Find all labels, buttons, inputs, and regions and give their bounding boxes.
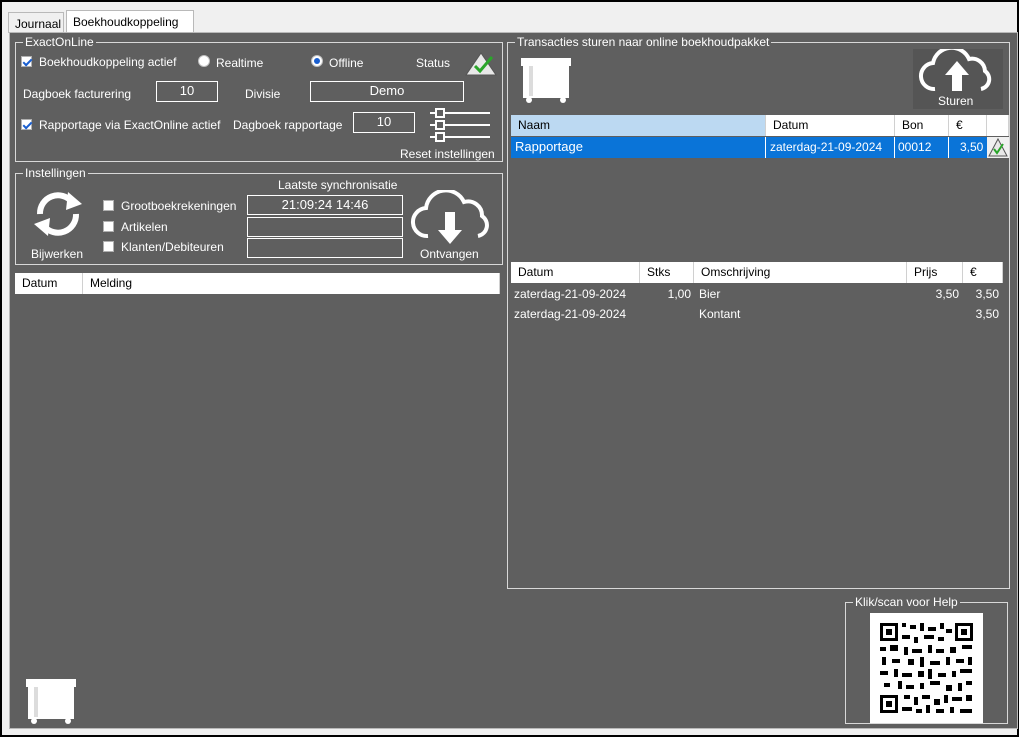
klanten-label: Klanten/Debiteuren — [121, 240, 224, 254]
dagboek-facturering-field[interactable]: 10 — [156, 81, 218, 102]
laatste-synchronisatie-header: Laatste synchronisatie — [278, 178, 398, 192]
row-divider — [948, 137, 949, 158]
tab-journaal[interactable]: Journaal — [8, 12, 64, 33]
table-row[interactable]: zaterdag-21-09-2024 1,00 Bier 3,50 3,50 — [511, 284, 1003, 304]
transacties-header-status — [987, 115, 1009, 136]
tab-boekhoudkoppeling[interactable]: Boekhoudkoppeling — [66, 10, 194, 33]
table-row[interactable]: Rapportage zaterdag-21-09-2024 00012 3,5… — [511, 137, 1009, 158]
detail-bedrag: 3,50 — [975, 287, 999, 301]
dagboek-rapportage-field[interactable]: 10 — [353, 112, 415, 133]
log-table: Datum Melding — [15, 273, 500, 294]
log-header-datum[interactable]: Datum — [15, 273, 83, 294]
window-frame: Journaal Boekhoudkoppeling ExactOnLine B… — [0, 0, 1019, 737]
detail-datum: zaterdag-21-09-2024 — [514, 287, 627, 301]
transacties-header-naam[interactable]: Naam — [511, 115, 766, 136]
help-qr-code[interactable] — [870, 613, 983, 723]
klanten-sync-field — [247, 238, 403, 258]
artikelen-label: Artikelen — [121, 220, 168, 234]
cloud-upload-icon — [919, 45, 992, 92]
detail-header-omschrijving[interactable]: Omschrijving — [694, 262, 907, 283]
sturen-label: Sturen — [938, 94, 974, 108]
row-naam: Rapportage — [515, 139, 583, 154]
row-bon: 00012 — [898, 140, 932, 154]
ontvangen-label[interactable]: Ontvangen — [420, 247, 479, 261]
dagboek-facturering-label: Dagboek facturering — [23, 87, 132, 101]
main-panel: ExactOnLine Boekhoudkoppeling actief Rea… — [9, 32, 1018, 729]
grootboekrekeningen-sync-field: 21:09:24 14:46 — [247, 195, 403, 215]
detail-bedrag: 3,50 — [975, 307, 999, 321]
instellingen-title: Instellingen — [23, 166, 88, 180]
status-label: Status — [416, 56, 451, 70]
rapportage-actief-label: Rapportage via ExactOnline actief — [39, 118, 221, 132]
detail-header-stks[interactable]: Stks — [640, 262, 694, 283]
detail-omschrijving: Kontant — [699, 307, 741, 321]
bijwerken-label[interactable]: Bijwerken — [31, 247, 83, 261]
qr-code-icon — [880, 623, 973, 713]
sturen-button-bg[interactable]: Sturen — [913, 45, 1003, 109]
artikelen-checkbox[interactable] — [103, 221, 114, 232]
exactonline-title: ExactOnLine — [23, 35, 96, 49]
klanten-checkbox[interactable] — [103, 241, 114, 252]
transacties-header-datum[interactable]: Datum — [766, 115, 895, 136]
log-header-melding[interactable]: Melding — [83, 273, 500, 294]
grootboekrekeningen-label: Grootboekrekeningen — [121, 199, 237, 213]
detail-header-bedrag[interactable]: € — [963, 262, 1003, 283]
status-ok-icon — [988, 137, 1008, 157]
row-bedrag: 3,50 — [960, 140, 984, 154]
help-title: Klik/scan voor Help — [853, 595, 960, 609]
detail-datum: zaterdag-21-09-2024 — [514, 307, 627, 321]
exactonline-group: ExactOnLine Boekhoudkoppeling actief Rea… — [15, 35, 503, 162]
detail-omschrijving: Bier — [699, 287, 721, 301]
grootboekrekeningen-checkbox[interactable] — [103, 200, 114, 211]
artikelen-sync-field — [247, 217, 403, 237]
detail-header-datum[interactable]: Datum — [511, 262, 640, 283]
rapportage-actief-checkbox[interactable] — [21, 119, 32, 130]
transacties-header-bedrag[interactable]: € — [949, 115, 987, 136]
detail-table: Datum Stks Omschrijving Prijs € zaterdag… — [511, 262, 1003, 332]
row-divider — [765, 137, 766, 158]
divisie-label: Divisie — [245, 87, 281, 101]
detail-stks: 1,00 — [667, 287, 691, 301]
sliders-icon[interactable] — [428, 107, 492, 143]
reset-instellingen-button[interactable]: Reset instellingen — [400, 147, 495, 161]
instellingen-group: Instellingen Bijwerken Laatste synchroni… — [15, 166, 503, 265]
offline-label: Offline — [329, 56, 364, 70]
detail-header-prijs[interactable]: Prijs — [907, 262, 963, 283]
boekhoudkoppeling-actief-checkbox[interactable] — [21, 56, 32, 67]
transacties-header-bon[interactable]: Bon — [895, 115, 949, 136]
realtime-label: Realtime — [216, 56, 264, 70]
dagboek-rapportage-label: Dagboek rapportage — [233, 118, 343, 132]
trash-bin-icon[interactable] — [22, 677, 80, 725]
boekhoudkoppeling-actief-label: Boekhoudkoppeling actief — [39, 55, 177, 69]
help-group: Klik/scan voor Help — [845, 595, 1008, 724]
transacties-title: Transacties sturen naar online boekhoudp… — [515, 35, 772, 49]
row-status-cell — [987, 137, 1009, 158]
trash-bin-icon[interactable] — [517, 56, 575, 104]
row-divider — [894, 137, 895, 158]
cloud-download-icon[interactable] — [408, 190, 494, 246]
row-datum: zaterdag-21-09-2024 — [770, 140, 883, 154]
detail-prijs: 3,50 — [935, 287, 959, 301]
refresh-icon[interactable] — [28, 188, 88, 240]
realtime-radio[interactable] — [198, 55, 210, 67]
transacties-table: Naam Datum Bon € Rapportage zaterdag-21-… — [511, 115, 1009, 161]
table-row[interactable]: zaterdag-21-09-2024 Kontant 3,50 — [511, 304, 1003, 324]
transacties-group: Transacties sturen naar online boekhoudp… — [507, 35, 1010, 589]
divisie-field[interactable]: Demo — [310, 81, 464, 102]
status-ok-icon — [465, 52, 497, 76]
offline-radio[interactable] — [311, 55, 323, 67]
